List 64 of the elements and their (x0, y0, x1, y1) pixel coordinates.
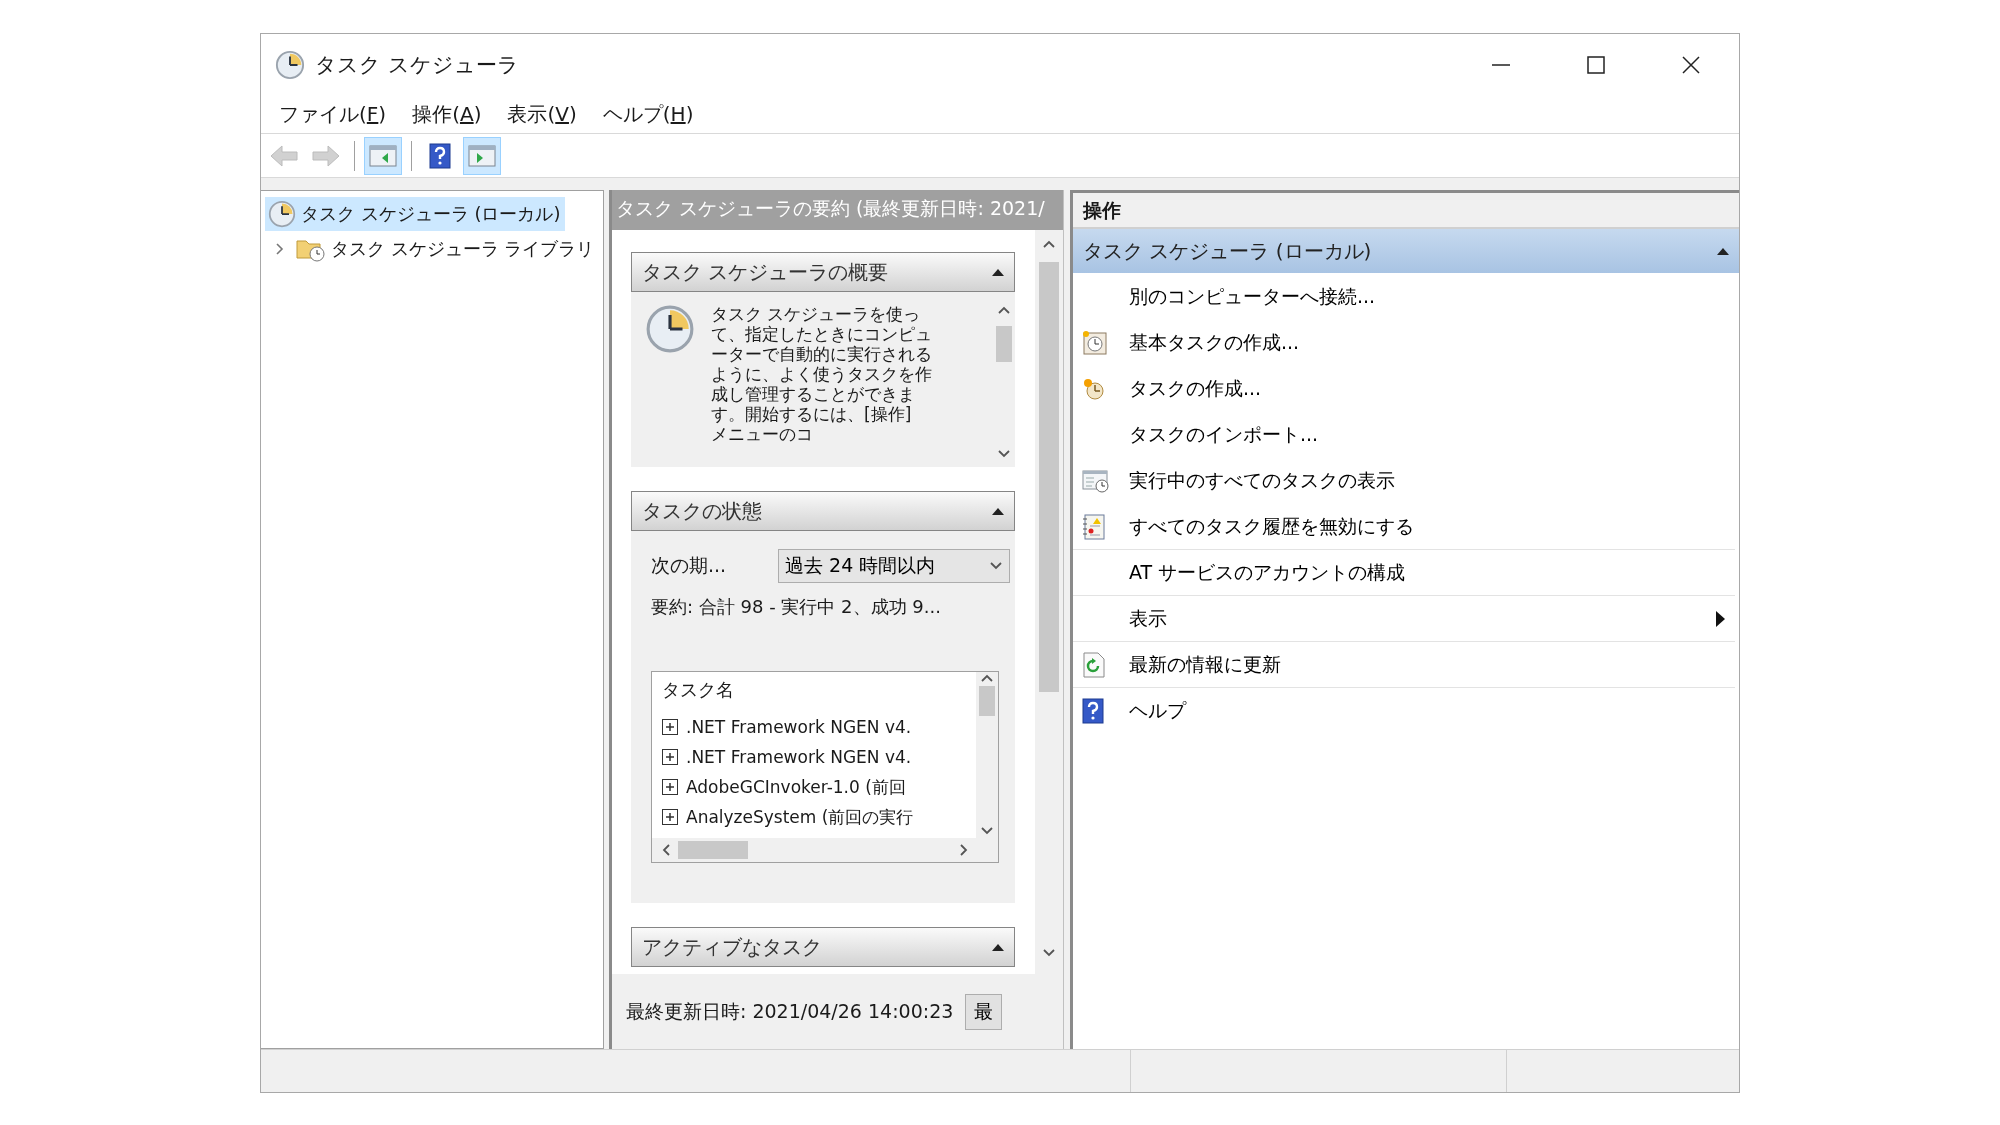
action-item[interactable]: 表示 (1073, 595, 1735, 641)
period-dropdown[interactable]: 過去 24 時間以内 (778, 549, 1010, 583)
task-name: AdobeGCInvoker-1.0 (前回 (686, 775, 906, 799)
menu-item[interactable]: 操作(A) (402, 99, 492, 130)
last-updated-text: 最終更新日時: 2021/04/26 14:00:23 (626, 998, 954, 1024)
scrollbar-thumb[interactable] (678, 841, 748, 859)
window-title: タスク スケジューラ (315, 52, 520, 79)
help-icon (429, 142, 451, 169)
collapse-icon[interactable] (1717, 247, 1729, 255)
summary-text: 要約: 合計 98 - 実行中 2、成功 9... (651, 595, 942, 619)
clock-icon (268, 200, 296, 228)
notebook-icon (1082, 513, 1106, 540)
action-item[interactable]: 基本タスクの作成... (1073, 319, 1735, 365)
task-clock-icon (1082, 329, 1108, 356)
pane-title: 操作 (1073, 193, 1739, 229)
collapse-icon[interactable] (992, 943, 1004, 951)
description-text: タスク スケジューラを使って、指定したときにコンピューターで自動的に実行されるように、よく使うタスクを作成し管理することができます。開始するには、[操作] メニューのコ (711, 304, 933, 444)
refresh-icon (1082, 651, 1106, 678)
back-arrow-icon (269, 143, 299, 168)
action-item[interactable]: すべてのタスク履歴を無効にする (1073, 503, 1735, 549)
section-header[interactable]: タスクの状態 (631, 491, 1015, 531)
tree-item[interactable]: タスク スケジューラ ライブラリ (293, 233, 599, 265)
action-item[interactable]: AT サービスのアカウントの構成 (1073, 549, 1735, 595)
scrollbar-thumb[interactable] (996, 326, 1012, 362)
expand-icon[interactable] (662, 809, 678, 825)
action-item[interactable]: 最新の情報に更新 (1073, 641, 1735, 687)
task-name: .NET Framework NGEN v4. (686, 717, 912, 737)
pane-toggle-icon (369, 143, 397, 168)
action-item[interactable]: タスクの作成... (1073, 365, 1735, 411)
app-clock-icon (275, 50, 305, 80)
pane-title: タスク スケジューラの要約 (最終更新日時: 2021/ (612, 190, 1063, 230)
pane-toggle-icon (468, 143, 496, 168)
scrollbar-thumb[interactable] (979, 686, 995, 716)
action-item[interactable]: タスクのインポート... (1073, 411, 1735, 457)
action-item[interactable]: ヘルプ (1073, 687, 1735, 733)
task-name: .NET Framework NGEN v4. (686, 747, 912, 767)
task-name: AnalyzeSystem (前回の実行 (686, 805, 914, 829)
clock-icon (1082, 376, 1106, 401)
menu-item[interactable]: 表示(V) (497, 99, 587, 130)
task-list-icon (1082, 468, 1110, 493)
section-header[interactable]: タスク スケジューラの概要 (631, 252, 1015, 292)
column-header: タスク名 (662, 678, 735, 702)
scrollbar-thumb[interactable] (1039, 262, 1059, 692)
collapse-icon[interactable] (992, 507, 1004, 515)
forward-arrow-icon (311, 143, 341, 168)
refresh-button[interactable]: 最 (965, 993, 1003, 1030)
group-header[interactable]: タスク スケジューラ (ローカル) (1073, 229, 1739, 273)
help-icon (1082, 697, 1104, 724)
expand-icon[interactable] (662, 749, 678, 765)
tree-item[interactable]: タスク スケジューラ (ローカル) (265, 197, 565, 231)
period-label: 次の期... (651, 553, 727, 578)
menu-item[interactable]: ファイル(F) (269, 99, 397, 130)
minimize-icon (1491, 64, 1510, 66)
close-icon (1681, 56, 1700, 74)
section-header[interactable]: アクティブなタスク (631, 927, 1015, 967)
action-item[interactable]: 別のコンピューターへ接続... (1073, 273, 1735, 319)
expand-icon[interactable] (662, 719, 678, 735)
clock-icon (645, 304, 695, 354)
collapse-icon[interactable] (992, 268, 1004, 276)
submenu-arrow-icon (1716, 610, 1725, 627)
menu-item[interactable]: ヘルプ(H) (592, 99, 704, 130)
expand-icon[interactable] (662, 779, 678, 795)
action-item[interactable]: 実行中のすべてのタスクの表示 (1073, 457, 1735, 503)
maximize-icon (1586, 56, 1605, 74)
